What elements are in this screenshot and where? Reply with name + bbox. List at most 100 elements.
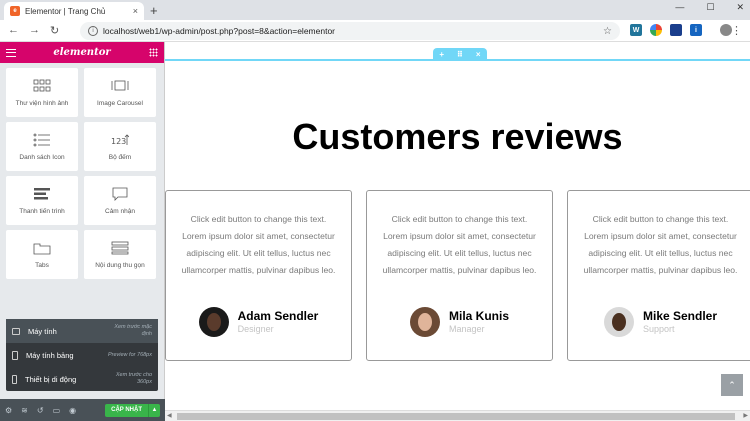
- carousel-icon: [111, 80, 129, 90]
- extensions: W i: [630, 24, 732, 36]
- reviewer-role: Manager: [448, 324, 485, 334]
- close-window-icon[interactable]: ✕: [736, 2, 744, 13]
- close-tab-icon[interactable]: ×: [133, 6, 138, 16]
- update-button-group: CẬP NHẬT ▲: [105, 403, 160, 417]
- panel-footer: ⚙ ≋ ↺ ▭ ◉ CẬP NHẬT ▲: [0, 399, 165, 421]
- responsive-label: Máy tính bảng: [26, 350, 74, 360]
- counter-icon: 123: [111, 133, 129, 146]
- reload-icon[interactable]: ↻: [50, 24, 59, 37]
- responsive-hint: Xem trước mặc định: [114, 324, 152, 337]
- scroll-left-icon[interactable]: ◀: [167, 412, 172, 419]
- tablet-icon: [12, 350, 18, 360]
- settings-gear-icon[interactable]: ⚙: [5, 406, 12, 415]
- widget-label: Cảm nhận: [105, 207, 135, 215]
- review-text: Click edit button to change this text. L…: [583, 214, 738, 275]
- widget-tabs[interactable]: Tabs: [6, 230, 78, 279]
- widget-label: Image Carousel: [97, 99, 143, 107]
- widget-testimonial[interactable]: Cảm nhận: [84, 176, 156, 225]
- review-card[interactable]: Click edit button to change this text. L…: [366, 190, 553, 361]
- browser-tabstrip: e Elementor | Trang Chủ × + — ☐ ✕: [0, 0, 750, 20]
- chevron-up-icon: ⌃: [728, 379, 736, 390]
- responsive-label: Thiết bị di động: [25, 374, 77, 384]
- gallery-icon: [33, 79, 51, 91]
- url-text: localhost/web1/wp-admin/post.php?post=8&…: [103, 26, 336, 36]
- responsive-hint: Xem trước cho 360px: [115, 372, 152, 385]
- widget-label: Thư viện hình ảnh: [15, 99, 69, 107]
- elementor-favicon-icon: e: [10, 6, 20, 16]
- responsive-monitor-icon[interactable]: ▭: [53, 406, 61, 415]
- widget-label: Bộ đếm: [108, 153, 132, 161]
- history-icon[interactable]: ↺: [37, 406, 44, 415]
- update-button[interactable]: CẬP NHẬT: [105, 403, 148, 417]
- editor-canvas: + ⠿ × Customers reviews Click edit butto…: [165, 42, 750, 410]
- scroll-to-top-button[interactable]: ⌃: [721, 374, 743, 396]
- review-card[interactable]: Click edit button to change this text. L…: [165, 190, 352, 361]
- colorful-extension-icon[interactable]: [650, 24, 662, 36]
- minimize-icon[interactable]: —: [675, 2, 684, 13]
- info-icon[interactable]: i: [88, 26, 98, 36]
- back-icon[interactable]: ←: [8, 24, 19, 37]
- review-text: Click edit button to change this text. L…: [382, 214, 537, 275]
- review-card[interactable]: Click edit button to change this text. L…: [567, 190, 750, 361]
- bookmark-extension-icon[interactable]: [670, 24, 682, 36]
- responsive-tablet[interactable]: Máy tính bảng Preview for 768px: [6, 343, 158, 367]
- add-section-icon[interactable]: +: [439, 50, 444, 59]
- testimonial-icon: [112, 187, 128, 201]
- browser-tab[interactable]: e Elementor | Trang Chủ ×: [4, 2, 144, 20]
- wordpress-extension-icon[interactable]: W: [630, 24, 642, 36]
- widget-label: Danh sách Icon: [19, 153, 65, 161]
- avatar: [198, 307, 229, 337]
- svg-text:123: 123: [111, 137, 126, 146]
- url-input[interactable]: i localhost/web1/wp-admin/post.php?post=…: [80, 22, 620, 40]
- responsive-hint: Preview for 768px: [107, 351, 152, 358]
- widget-label: Tabs: [35, 261, 49, 269]
- widgets-grid-icon[interactable]: [149, 48, 158, 57]
- widget-label: Thanh tiến trình: [19, 207, 65, 215]
- info-extension-icon[interactable]: i: [690, 24, 702, 36]
- avatar: [603, 307, 634, 337]
- widget-counter[interactable]: 123 Bộ đếm: [84, 122, 156, 171]
- accordion-icon: [111, 241, 129, 254]
- reviewer-name: Mike Sendler: [642, 309, 718, 323]
- widget-accordion[interactable]: Nội dung thu gọn: [84, 230, 156, 279]
- window-controls: — ☐ ✕: [675, 2, 744, 13]
- delete-section-icon[interactable]: ×: [476, 50, 481, 59]
- address-bar-row: ← → ↻ i localhost/web1/wp-admin/post.php…: [0, 20, 750, 42]
- scroll-right-icon[interactable]: ▶: [743, 412, 748, 419]
- widget-progress-bar[interactable]: Thanh tiến trình: [6, 176, 78, 225]
- tabs-icon: [33, 243, 51, 254]
- widget-gallery[interactable]: Thư viện hình ảnh: [6, 68, 78, 117]
- scrollbar-thumb[interactable]: [177, 413, 735, 420]
- widget-list: Thư viện hình ảnh Image Carousel Danh sá…: [0, 63, 164, 284]
- widget-image-carousel[interactable]: Image Carousel: [84, 68, 156, 117]
- progress-icon: [34, 187, 50, 199]
- drag-section-icon[interactable]: ⠿: [457, 50, 463, 59]
- responsive-mode-menu: Máy tính Xem trước mặc định Máy tính bản…: [6, 319, 158, 391]
- new-tab-icon[interactable]: +: [150, 3, 158, 18]
- review-text: Click edit button to change this text. L…: [181, 214, 336, 275]
- mobile-icon: [12, 374, 17, 384]
- preview-eye-icon[interactable]: ◉: [69, 406, 76, 415]
- maximize-icon[interactable]: ☐: [706, 2, 714, 13]
- browser-menu-icon[interactable]: ⋮: [731, 24, 742, 37]
- widget-label: Nội dung thu gọn: [95, 261, 145, 269]
- icon-list-icon: [33, 133, 50, 146]
- responsive-desktop[interactable]: Máy tính Xem trước mặc định: [6, 319, 158, 343]
- panel-header: elementor: [0, 42, 164, 63]
- responsive-mobile[interactable]: Thiết bị di động Xem trước cho 360px: [6, 367, 158, 391]
- update-options-caret-icon[interactable]: ▲: [148, 403, 160, 417]
- avatar: [409, 307, 440, 337]
- reviewer-role: Support: [642, 324, 675, 334]
- reviewer-name: Mila Kunis: [448, 309, 509, 323]
- responsive-label: Máy tính: [28, 326, 57, 336]
- horizontal-scrollbar[interactable]: ◀ ▶: [165, 410, 750, 421]
- forward-icon[interactable]: →: [29, 24, 40, 37]
- page-heading[interactable]: Customers reviews: [165, 116, 750, 158]
- elementor-logo: elementor: [53, 47, 111, 58]
- reviewer-name: Adam Sendler: [237, 309, 319, 323]
- bookmark-star-icon[interactable]: ☆: [603, 26, 612, 37]
- desktop-icon: [12, 327, 20, 335]
- widget-icon-list[interactable]: Danh sách Icon: [6, 122, 78, 171]
- navigator-layers-icon[interactable]: ≋: [21, 406, 28, 415]
- reviewer-role: Designer: [237, 324, 274, 334]
